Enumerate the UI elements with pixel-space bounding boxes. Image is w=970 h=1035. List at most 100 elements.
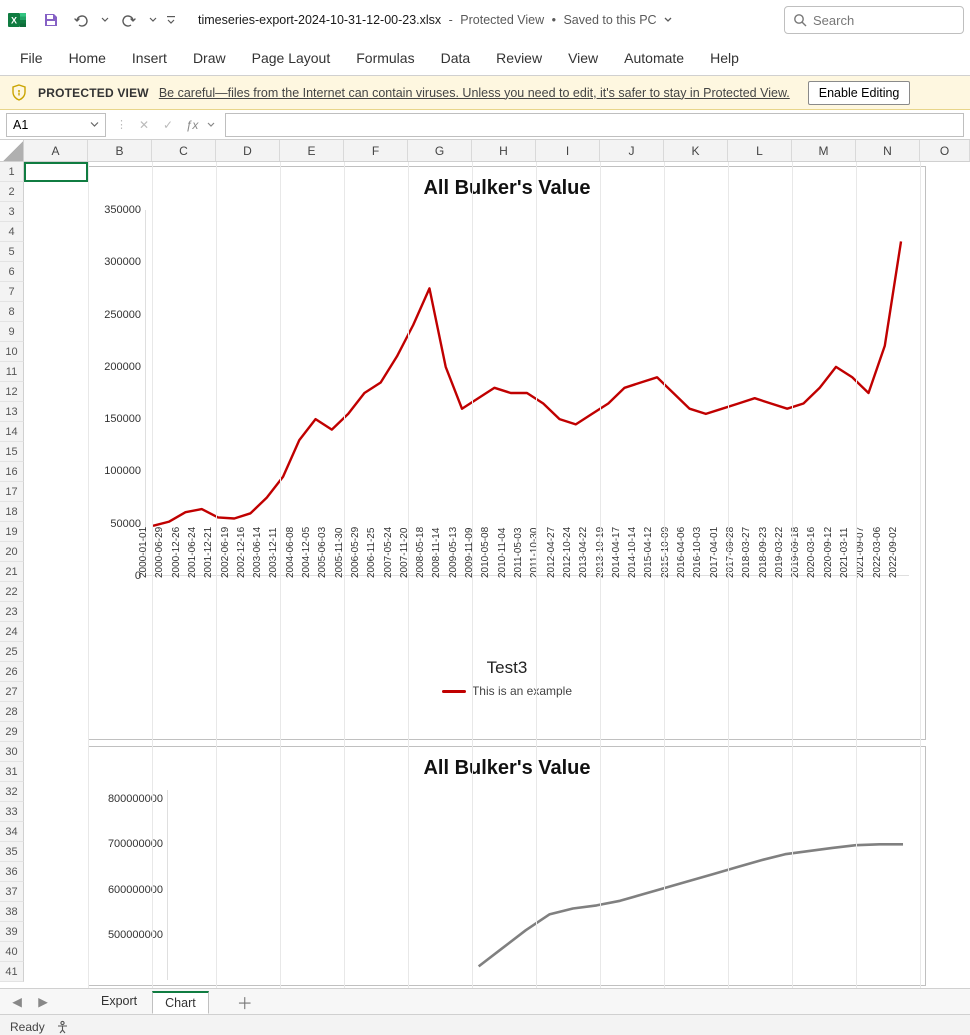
column-header-I[interactable]: I — [536, 140, 600, 161]
row-header-26[interactable]: 26 — [0, 662, 24, 682]
row-header-29[interactable]: 29 — [0, 722, 24, 742]
sheet-nav-next-icon[interactable]: ▶ — [34, 994, 52, 1009]
column-header-H[interactable]: H — [472, 140, 536, 161]
chart-1-xtick: 2010-11-04 — [497, 528, 508, 578]
enter-formula-icon[interactable]: ✓ — [157, 114, 179, 136]
enable-editing-button[interactable]: Enable Editing — [808, 81, 911, 105]
row-header-31[interactable]: 31 — [0, 762, 24, 782]
ribbon-tab-automate[interactable]: Automate — [622, 44, 686, 72]
row-header-30[interactable]: 30 — [0, 742, 24, 762]
row-header-12[interactable]: 12 — [0, 382, 24, 402]
ribbon-tab-review[interactable]: Review — [494, 44, 544, 72]
column-header-M[interactable]: M — [792, 140, 856, 161]
worksheet-grid[interactable]: 1234567891011121314151617181920212223242… — [0, 162, 970, 988]
row-header-17[interactable]: 17 — [0, 482, 24, 502]
row-header-23[interactable]: 23 — [0, 602, 24, 622]
undo-dropdown-icon[interactable] — [98, 7, 112, 33]
column-header-L[interactable]: L — [728, 140, 792, 161]
column-header-N[interactable]: N — [856, 140, 920, 161]
ribbon-tab-file[interactable]: File — [18, 44, 45, 72]
row-header-4[interactable]: 4 — [0, 222, 24, 242]
ribbon-tab-data[interactable]: Data — [439, 44, 473, 72]
row-header-22[interactable]: 22 — [0, 582, 24, 602]
sheet-tab-chart[interactable]: Chart — [152, 991, 209, 1014]
row-header-10[interactable]: 10 — [0, 342, 24, 362]
column-header-B[interactable]: B — [88, 140, 152, 161]
protected-view-message[interactable]: Be careful—files from the Internet can c… — [159, 86, 790, 100]
row-header-24[interactable]: 24 — [0, 622, 24, 642]
column-header-K[interactable]: K — [664, 140, 728, 161]
select-all-button[interactable] — [0, 140, 24, 161]
fx-dropdown-icon[interactable] — [205, 114, 217, 136]
ribbon-tab-help[interactable]: Help — [708, 44, 741, 72]
row-header-28[interactable]: 28 — [0, 702, 24, 722]
column-header-F[interactable]: F — [344, 140, 408, 161]
row-header-18[interactable]: 18 — [0, 502, 24, 522]
ribbon-tab-draw[interactable]: Draw — [191, 44, 228, 72]
row-header-7[interactable]: 7 — [0, 282, 24, 302]
accessibility-icon[interactable] — [55, 1020, 70, 1035]
row-header-38[interactable]: 38 — [0, 902, 24, 922]
row-header-39[interactable]: 39 — [0, 922, 24, 942]
qat-customize-icon[interactable] — [164, 7, 178, 33]
row-header-14[interactable]: 14 — [0, 422, 24, 442]
row-header-32[interactable]: 32 — [0, 782, 24, 802]
search-input[interactable]: Search — [784, 6, 964, 34]
column-header-E[interactable]: E — [280, 140, 344, 161]
sheet-nav-prev-icon[interactable]: ◀ — [8, 994, 26, 1009]
row-header-33[interactable]: 33 — [0, 802, 24, 822]
chart-1[interactable]: All Bulker's Value 050000100000150000200… — [88, 166, 926, 740]
add-sheet-icon[interactable]: ＋ — [237, 990, 253, 1014]
chart-1-ytick: 100000 — [104, 465, 141, 477]
row-header-11[interactable]: 11 — [0, 362, 24, 382]
name-box-dropdown-icon[interactable] — [90, 120, 99, 129]
chart-1-ytick: 200000 — [104, 361, 141, 373]
row-header-27[interactable]: 27 — [0, 682, 24, 702]
row-header-35[interactable]: 35 — [0, 842, 24, 862]
row-header-20[interactable]: 20 — [0, 542, 24, 562]
row-header-36[interactable]: 36 — [0, 862, 24, 882]
column-header-A[interactable]: A — [24, 140, 88, 161]
row-header-9[interactable]: 9 — [0, 322, 24, 342]
chart-2[interactable]: All Bulker's Value 500000000600000000700… — [88, 746, 926, 986]
cancel-formula-icon[interactable]: ✕ — [133, 114, 155, 136]
row-header-16[interactable]: 16 — [0, 462, 24, 482]
column-header-C[interactable]: C — [152, 140, 216, 161]
sheet-tab-bar: ◀ ▶ ExportChart ＋ — [0, 988, 970, 1014]
row-header-2[interactable]: 2 — [0, 182, 24, 202]
row-header-8[interactable]: 8 — [0, 302, 24, 322]
formula-input[interactable] — [225, 113, 964, 137]
redo-icon[interactable] — [116, 7, 142, 33]
save-icon[interactable] — [38, 7, 64, 33]
ribbon-tab-insert[interactable]: Insert — [130, 44, 169, 72]
column-header-O[interactable]: O — [920, 140, 970, 161]
ribbon-tab-home[interactable]: Home — [67, 44, 108, 72]
row-header-41[interactable]: 41 — [0, 962, 24, 982]
sheet-tab-export[interactable]: Export — [88, 990, 150, 1013]
title-dropdown-icon[interactable] — [663, 15, 673, 25]
row-header-15[interactable]: 15 — [0, 442, 24, 462]
row-header-19[interactable]: 19 — [0, 522, 24, 542]
column-header-G[interactable]: G — [408, 140, 472, 161]
row-header-37[interactable]: 37 — [0, 882, 24, 902]
row-header-40[interactable]: 40 — [0, 942, 24, 962]
row-header-1[interactable]: 1 — [0, 162, 24, 182]
column-header-J[interactable]: J — [600, 140, 664, 161]
ribbon-tab-view[interactable]: View — [566, 44, 600, 72]
row-header-3[interactable]: 3 — [0, 202, 24, 222]
ribbon-tab-page-layout[interactable]: Page Layout — [250, 44, 333, 72]
ribbon-tab-formulas[interactable]: Formulas — [354, 44, 416, 72]
row-header-25[interactable]: 25 — [0, 642, 24, 662]
shield-icon — [10, 84, 28, 102]
fx-icon[interactable]: ƒx — [181, 114, 203, 136]
row-header-34[interactable]: 34 — [0, 822, 24, 842]
row-header-13[interactable]: 13 — [0, 402, 24, 422]
row-header-21[interactable]: 21 — [0, 562, 24, 582]
row-header-6[interactable]: 6 — [0, 262, 24, 282]
chart-1-xtick: 2008-05-18 — [415, 527, 426, 578]
name-box[interactable]: A1 — [6, 113, 106, 137]
redo-dropdown-icon[interactable] — [146, 7, 160, 33]
row-header-5[interactable]: 5 — [0, 242, 24, 262]
undo-icon[interactable] — [68, 7, 94, 33]
column-header-D[interactable]: D — [216, 140, 280, 161]
